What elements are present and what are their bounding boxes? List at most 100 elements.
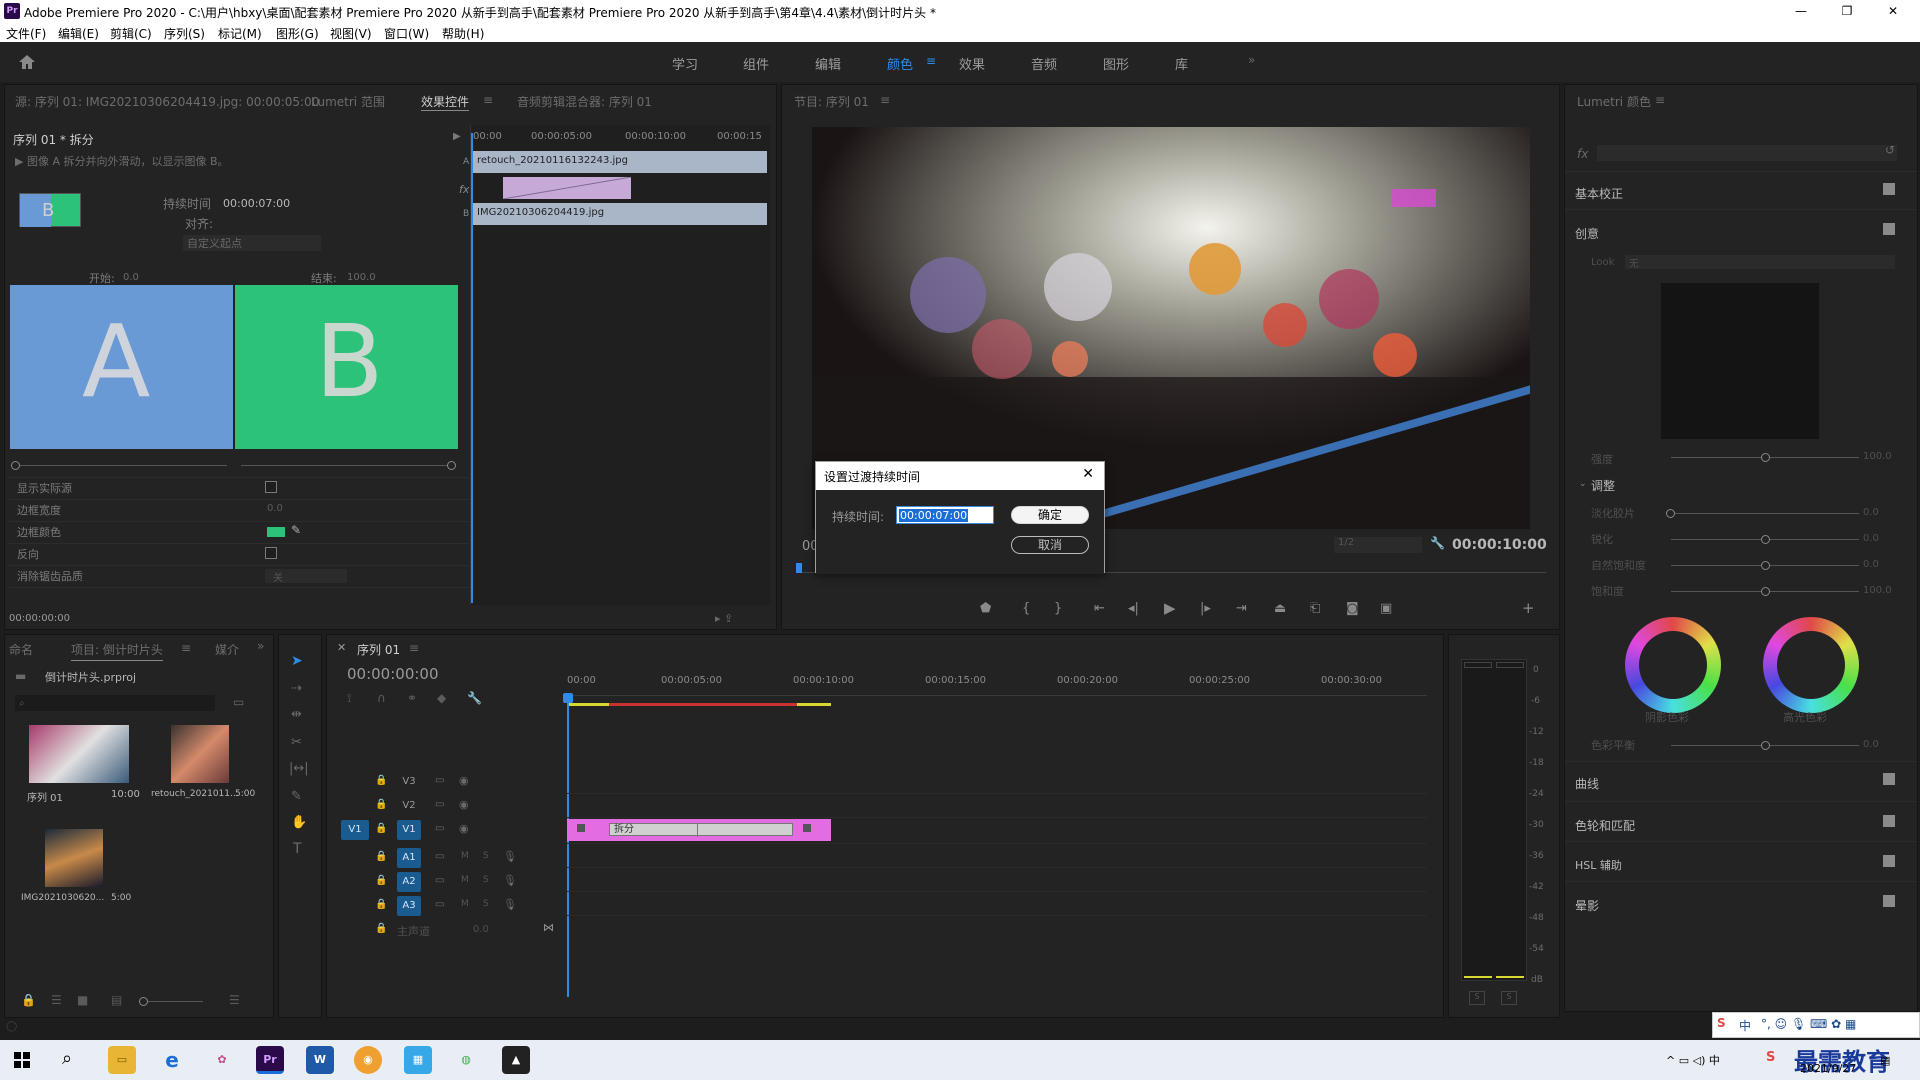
lift-icon[interactable]: ⏏ xyxy=(1274,601,1286,616)
tab-project[interactable]: 项目: 倒计时片头 xyxy=(71,641,163,661)
go-out-icon[interactable]: ⇥ xyxy=(1236,601,1247,616)
hsl-toggle[interactable] xyxy=(1883,855,1895,867)
section-creative[interactable]: 创意 xyxy=(1575,225,1599,242)
menu-help[interactable]: 帮助(H) xyxy=(442,25,484,42)
chrome-icon[interactable]: ◍ xyxy=(452,1046,480,1074)
solo-button[interactable]: S xyxy=(483,875,489,885)
add-marker-icon[interactable]: ◆ xyxy=(437,691,446,705)
eye-icon[interactable]: ◉ xyxy=(459,774,469,787)
out-icon[interactable]: } xyxy=(1054,601,1062,616)
tab-source[interactable]: 源: 序列 01: IMG20210306204419.jpg: 00:00:0… xyxy=(15,93,319,110)
tab-media[interactable]: 媒介 xyxy=(215,641,239,658)
v1-clip[interactable]: 拆分 xyxy=(567,819,831,841)
saturation-value[interactable]: 100.0 xyxy=(1863,585,1892,596)
export-frame-icon[interactable]: ◙ xyxy=(1346,601,1359,616)
timeline-settings-icon[interactable]: 🔧 xyxy=(467,691,482,705)
nest-icon[interactable]: ⟟ xyxy=(347,691,351,706)
more-workspaces-icon[interactable]: » xyxy=(1248,53,1255,67)
sync-lock-icon[interactable]: ▭ xyxy=(435,823,444,834)
anti-aliasing-dropdown[interactable]: 关 xyxy=(265,569,347,584)
track-a-clip[interactable]: retouch_20210116132243.jpg xyxy=(473,151,767,173)
basic-correction-toggle[interactable] xyxy=(1883,183,1895,195)
browser-icon[interactable]: ◉ xyxy=(354,1046,382,1074)
search-icon[interactable]: ⌕ xyxy=(62,1048,72,1069)
panel-menu-icon[interactable]: ≡ xyxy=(409,641,419,655)
tab-lumetri-scopes[interactable]: Lumetri 范围 xyxy=(311,93,385,110)
look-dropdown[interactable]: 无 xyxy=(1625,255,1895,270)
lock-icon[interactable]: 🔒 xyxy=(375,823,387,834)
menu-file[interactable]: 文件(F) xyxy=(6,25,46,42)
eyedropper-icon[interactable]: ✎ xyxy=(291,523,301,537)
selection-tool-icon[interactable]: ➤ xyxy=(291,653,303,669)
curves-toggle[interactable] xyxy=(1883,773,1895,785)
menu-edit[interactable]: 编辑(E) xyxy=(58,25,99,42)
add-button-icon[interactable]: + xyxy=(1522,599,1535,617)
sync-lock-icon[interactable]: ▭ xyxy=(435,875,444,886)
paint-icon[interactable]: ✿ xyxy=(208,1046,236,1074)
start-slider-handle[interactable] xyxy=(11,461,20,470)
vibrance-value[interactable]: 0.0 xyxy=(1863,559,1879,570)
meter-solo-left[interactable]: S xyxy=(1469,991,1485,1005)
word-icon[interactable]: W xyxy=(306,1046,334,1074)
marker-icon[interactable]: ⬟ xyxy=(980,601,991,616)
workspace-tab-assembly[interactable]: 组件 xyxy=(743,54,769,73)
lock-icon[interactable]: 🔒 xyxy=(375,799,387,810)
lumetri-effect-dropdown[interactable] xyxy=(1597,145,1897,161)
menu-graphics[interactable]: 图形(G) xyxy=(276,25,319,42)
microphone-icon[interactable]: 🎙 xyxy=(503,850,517,863)
windows-start-icon[interactable] xyxy=(14,1052,30,1068)
go-in-icon[interactable]: ⇤ xyxy=(1094,601,1105,616)
icon-view-icon[interactable]: ■ xyxy=(77,993,88,1007)
workspace-tab-libraries[interactable]: 库 xyxy=(1175,54,1188,73)
duration-value[interactable]: 00:00:07:00 xyxy=(223,197,290,210)
close-sequence-icon[interactable]: ✕ xyxy=(337,641,346,654)
timeline-timecode[interactable]: 00:00:00:00 xyxy=(347,665,439,683)
pen-icon[interactable]: ✎ xyxy=(291,789,302,804)
sort-icon[interactable]: ☰ xyxy=(229,993,240,1007)
track-toggle-v1[interactable]: V1 xyxy=(397,820,421,840)
sogou-tray-icon[interactable]: S xyxy=(1766,1050,1775,1065)
play-icon[interactable]: ▶ xyxy=(1164,599,1176,617)
mute-button[interactable]: M xyxy=(461,875,469,885)
zoom-slider-handle[interactable] xyxy=(139,997,148,1006)
eye-icon[interactable]: ◉ xyxy=(459,798,469,811)
microphone-icon[interactable]: 🎙 xyxy=(503,874,517,887)
split-transition[interactable]: 拆分 xyxy=(609,823,793,836)
workspace-tab-color[interactable]: 颜色 xyxy=(887,54,913,73)
close-window-button[interactable]: ✕ xyxy=(1870,0,1916,22)
more-panels-icon[interactable]: » xyxy=(257,639,264,653)
end-value[interactable]: 100.0 xyxy=(347,272,376,283)
panel-menu-icon[interactable]: ≡ xyxy=(181,641,191,655)
track-toggle-a2[interactable]: A2 xyxy=(397,872,421,892)
collapse-arrow-icon[interactable]: ▶ xyxy=(453,131,461,142)
razor-icon[interactable]: ✂ xyxy=(291,735,302,750)
section-hsl[interactable]: HSL 辅助 xyxy=(1575,857,1622,873)
intensity-value[interactable]: 100.0 xyxy=(1863,451,1892,462)
sharpen-handle[interactable] xyxy=(1761,535,1770,544)
compare-icon[interactable]: ▣ xyxy=(1380,601,1392,616)
in-icon[interactable]: { xyxy=(1022,601,1030,616)
type-tool-icon[interactable]: T xyxy=(293,841,302,857)
vibrance-handle[interactable] xyxy=(1761,561,1770,570)
sogou-icon[interactable]: S xyxy=(1717,1016,1726,1030)
ripple-edit-icon[interactable]: ⇹ xyxy=(291,707,302,722)
tab-audio-clip-mixer[interactable]: 音频剪辑混合器: 序列 01 xyxy=(517,93,652,110)
ime-tools-icon[interactable]: °, ☺ 🎙 ⌨ ✿ ▦ xyxy=(1761,1017,1856,1031)
border-color-swatch[interactable] xyxy=(267,527,285,537)
sync-lock-icon[interactable]: ▭ xyxy=(435,851,444,862)
project-item-img[interactable]: IMG2021030620... 5:00 xyxy=(15,829,135,909)
ok-button[interactable]: 确定 xyxy=(1011,506,1089,524)
project-item-retouch[interactable]: retouch_2021011... 5:00 xyxy=(145,725,265,805)
tint-balance-value[interactable]: 0.0 xyxy=(1863,739,1879,750)
workspace-menu-icon[interactable]: ≡ xyxy=(926,54,936,68)
tray-icons[interactable]: ^ ▭ ◁) 中 xyxy=(1666,1052,1720,1068)
cancel-button[interactable]: 取消 xyxy=(1011,536,1089,554)
menu-sequence[interactable]: 序列(S) xyxy=(164,25,205,42)
notification-icon[interactable]: ▤ xyxy=(1880,1054,1890,1067)
maximize-button[interactable]: ❐ xyxy=(1824,0,1870,22)
adjust-expand-icon[interactable]: ⌄ xyxy=(1579,479,1587,489)
end-slider-handle[interactable] xyxy=(447,461,456,470)
new-bin-icon[interactable]: ▭ xyxy=(233,695,244,709)
transition-clip[interactable] xyxy=(502,176,632,200)
mute-button[interactable]: M xyxy=(461,851,469,861)
